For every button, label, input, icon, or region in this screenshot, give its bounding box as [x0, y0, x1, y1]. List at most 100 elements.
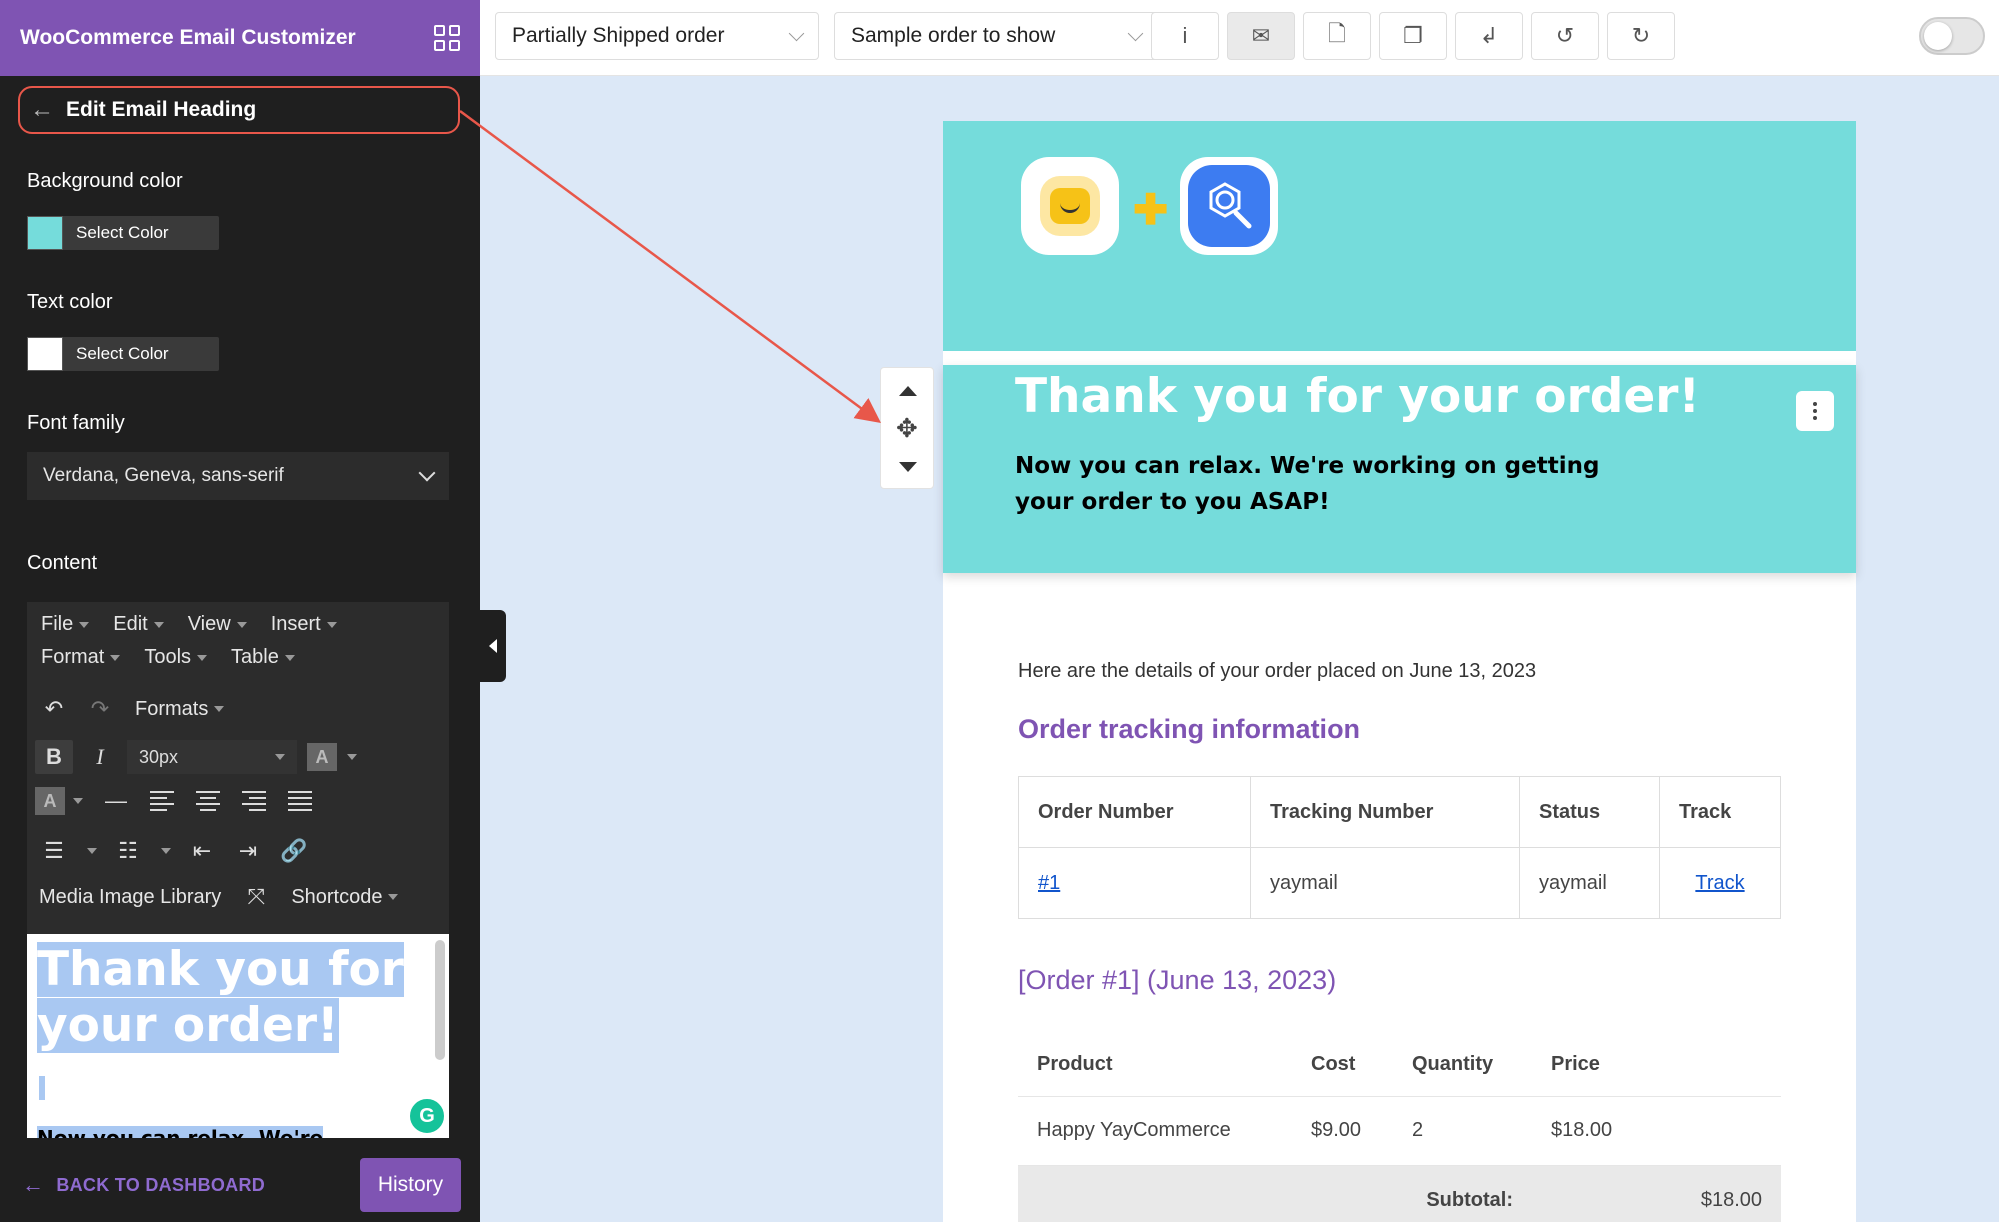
- order-number-link[interactable]: #1: [1038, 872, 1060, 894]
- move-up-icon[interactable]: [899, 386, 917, 396]
- editor-menubar: File Edit View Insert Format Tools Table: [27, 602, 449, 674]
- search-icon: [1209, 182, 1252, 229]
- horizontal-line-icon[interactable]: —: [97, 784, 135, 818]
- order-title: [Order #1] (June 13, 2023): [1018, 965, 1337, 995]
- outdent-icon[interactable]: ⇤: [183, 834, 221, 868]
- chevron-down-icon: [788, 25, 805, 41]
- drag-move-icon[interactable]: ✥: [896, 414, 918, 442]
- order-items-table: Product Cost Quantity Price Happy YayCom…: [1018, 1034, 1781, 1222]
- link-icon[interactable]: 🔗: [275, 834, 313, 868]
- italic-icon[interactable]: I: [81, 740, 119, 774]
- search-logo: [1180, 157, 1278, 255]
- media-image-library-button[interactable]: Media Image Library: [35, 881, 229, 914]
- info-icon: i: [1182, 23, 1188, 48]
- email-type-select[interactable]: Partially Shipped order: [495, 12, 819, 60]
- grammarly-icon[interactable]: G: [407, 1096, 447, 1136]
- caret-left-icon: [489, 639, 497, 653]
- select-color-button[interactable]: Select Color: [76, 223, 169, 243]
- copy-icon: ❐: [1403, 23, 1423, 48]
- menu-format[interactable]: Format: [33, 641, 128, 674]
- menu-insert[interactable]: Insert: [263, 608, 345, 641]
- edit-email-heading-panel-title[interactable]: ← Edit Email Heading: [18, 86, 460, 134]
- menu-edit[interactable]: Edit: [105, 608, 171, 641]
- text-color-picker[interactable]: Select Color: [27, 337, 219, 371]
- shortcode-dropdown[interactable]: Shortcode: [283, 881, 406, 914]
- back-arrow-icon[interactable]: ←: [30, 96, 54, 124]
- undo-icon[interactable]: ↶: [35, 692, 73, 726]
- back-to-dashboard-label: BACK TO DASHBOARD: [56, 1174, 266, 1195]
- background-color-swatch[interactable]: [27, 216, 63, 250]
- preview-toggle[interactable]: [1919, 17, 1985, 55]
- order-intro-text: Here are the details of your order place…: [1018, 660, 1537, 682]
- template-button[interactable]: 🗋: [1303, 12, 1371, 60]
- product-cell: Happy YayCommerce: [1018, 1096, 1292, 1166]
- reset-button[interactable]: ↲: [1455, 12, 1523, 60]
- align-right-icon[interactable]: [235, 784, 273, 818]
- tracking-table: Order Number Tracking Number Status Trac…: [1018, 776, 1781, 919]
- info-button[interactable]: i: [1151, 12, 1219, 60]
- document-icon: 🗋: [1328, 21, 1346, 46]
- subtotal-label: Subtotal:: [1292, 1165, 1532, 1222]
- table-header: Product: [1018, 1034, 1292, 1097]
- text-color-icon[interactable]: A: [307, 743, 337, 771]
- sample-order-select[interactable]: Sample order to show: [834, 12, 1158, 60]
- move-down-icon[interactable]: [899, 462, 917, 472]
- text-color-swatch[interactable]: [27, 337, 63, 371]
- table-header: Track: [1659, 776, 1781, 848]
- collapse-sidebar-button[interactable]: [480, 610, 506, 682]
- track-link[interactable]: Track: [1695, 872, 1744, 894]
- font-size-select[interactable]: 30px: [127, 740, 297, 774]
- undo-button[interactable]: ↺: [1531, 12, 1599, 60]
- font-family-select[interactable]: Verdana, Geneva, sans-serif: [27, 452, 449, 500]
- redo-icon[interactable]: ↷: [81, 692, 119, 726]
- send-test-email-button[interactable]: ✉: [1227, 12, 1295, 60]
- align-left-icon[interactable]: [143, 784, 181, 818]
- table-header: Quantity: [1393, 1034, 1532, 1097]
- undo-icon: ↺: [1555, 23, 1575, 48]
- plus-icon: ✚: [1133, 186, 1169, 233]
- bold-icon[interactable]: B: [35, 740, 73, 774]
- customizer-sidebar: WooCommerce Email Customizer ← Edit Emai…: [0, 0, 480, 1222]
- menu-file[interactable]: File: [33, 608, 97, 641]
- chevron-down-icon: [1127, 25, 1144, 41]
- email-logo-header[interactable]: ✚: [943, 121, 1856, 351]
- menu-view[interactable]: View: [180, 608, 255, 641]
- table-header: Status: [1519, 776, 1660, 848]
- mail-icon: ✉: [1251, 23, 1271, 48]
- panel-title: Edit Email Heading: [66, 98, 257, 121]
- email-heading-block[interactable]: Thank you for your order! Now you can re…: [943, 365, 1856, 573]
- bullet-list-icon[interactable]: ☰: [35, 834, 73, 868]
- background-color-icon[interactable]: A: [35, 787, 65, 815]
- content-heading-text: Thank you for your order!: [37, 942, 404, 1053]
- redo-button[interactable]: ↻: [1607, 12, 1675, 60]
- numbered-list-icon[interactable]: ☷: [109, 834, 147, 868]
- status-cell: yaymail: [1519, 847, 1660, 919]
- yaymail-logo: [1021, 157, 1119, 255]
- block-options-icon[interactable]: [1796, 391, 1834, 431]
- editor-content-area[interactable]: Thank you for your order! Now you can re…: [27, 934, 449, 1138]
- history-button[interactable]: History: [360, 1158, 461, 1212]
- text-cursor: [39, 1076, 45, 1100]
- align-center-icon[interactable]: [189, 784, 227, 818]
- back-to-dashboard-link[interactable]: ← BACK TO DASHBOARD: [22, 1172, 265, 1198]
- fullscreen-icon[interactable]: ⤧: [237, 880, 275, 914]
- text-color-label: Text color: [27, 291, 113, 313]
- background-color-picker[interactable]: Select Color: [27, 216, 219, 250]
- copy-template-button[interactable]: ❐: [1379, 12, 1447, 60]
- select-color-button[interactable]: Select Color: [76, 344, 169, 364]
- formats-dropdown[interactable]: Formats: [127, 693, 232, 726]
- table-header: Tracking Number: [1250, 776, 1520, 848]
- editor-scrollbar[interactable]: [435, 940, 445, 1060]
- indent-icon[interactable]: ⇥: [229, 834, 267, 868]
- font-family-label: Font family: [27, 412, 125, 434]
- background-color-label: Background color: [27, 170, 183, 192]
- table-row: #1 yaymail yaymail Track: [1018, 847, 1781, 919]
- font-family-value: Verdana, Geneva, sans-serif: [43, 465, 284, 486]
- justify-icon[interactable]: [281, 784, 319, 818]
- grid-menu-icon[interactable]: [434, 25, 460, 51]
- subtotal-value: $18.00: [1532, 1165, 1781, 1222]
- menu-table[interactable]: Table: [223, 641, 303, 674]
- price-cell: $18.00: [1532, 1096, 1781, 1166]
- subtotal-row: Subtotal: $18.00: [1018, 1165, 1781, 1222]
- menu-tools[interactable]: Tools: [136, 641, 215, 674]
